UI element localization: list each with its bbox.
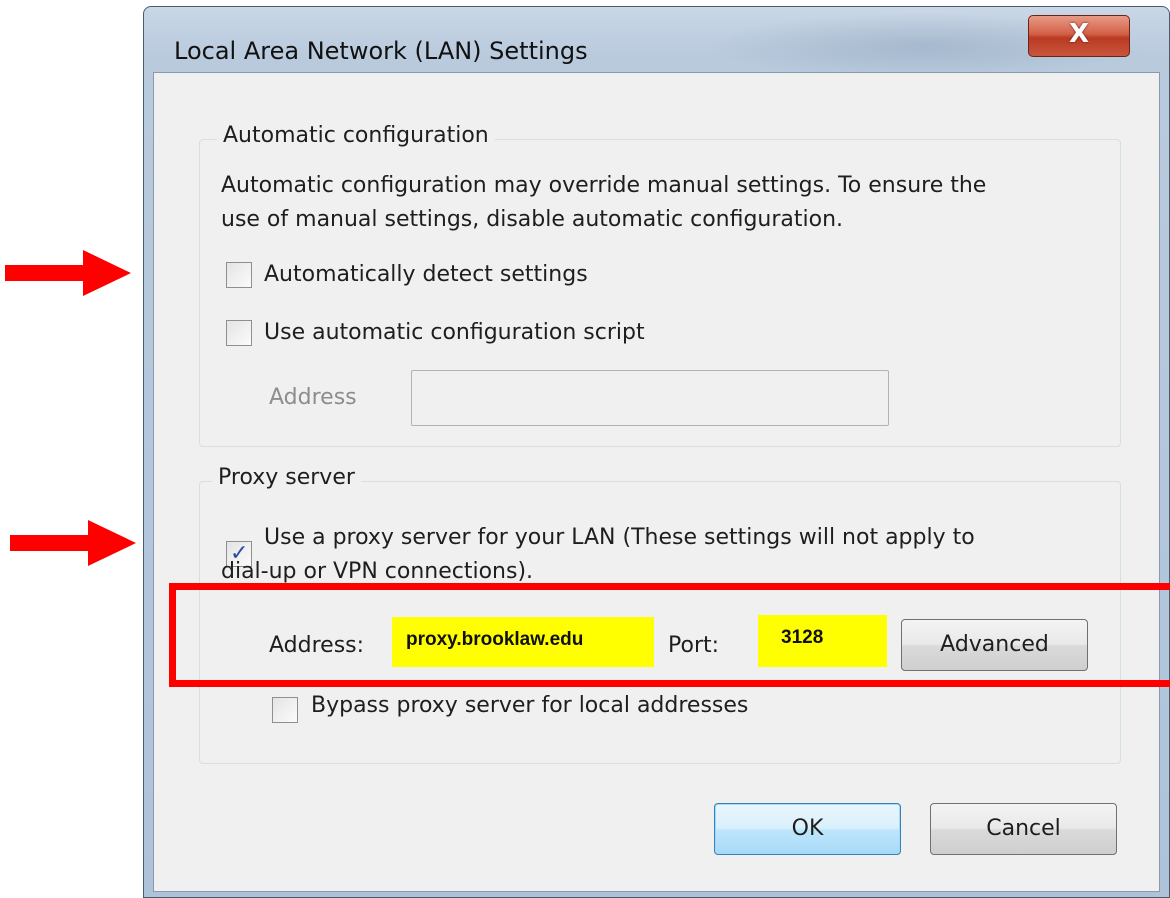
automatic-configuration-description-line1: Automatic configuration may override man… bbox=[221, 173, 987, 198]
script-address-input bbox=[411, 370, 889, 426]
detect-settings-checkbox[interactable] bbox=[226, 262, 252, 288]
bypass-local-label[interactable]: Bypass proxy server for local addresses bbox=[311, 693, 748, 718]
close-icon: X bbox=[1068, 19, 1090, 49]
close-button[interactable]: X bbox=[1028, 15, 1130, 57]
config-script-checkbox[interactable] bbox=[226, 320, 252, 346]
use-proxy-label-line2[interactable]: dial-up or VPN connections). bbox=[221, 559, 533, 584]
config-script-label[interactable]: Use automatic configuration script bbox=[264, 320, 645, 345]
use-proxy-label-line1[interactable]: Use a proxy server for your LAN (These s… bbox=[264, 525, 975, 550]
lan-settings-dialog: Local Area Network (LAN) Settings X Auto… bbox=[143, 6, 1170, 898]
automatic-configuration-legend: Automatic configuration bbox=[217, 123, 495, 148]
script-address-label: Address bbox=[269, 385, 357, 410]
automatic-configuration-description-line2: use of manual settings, disable automati… bbox=[221, 207, 844, 232]
ok-button[interactable]: OK bbox=[714, 803, 901, 855]
bypass-local-checkbox[interactable] bbox=[272, 697, 298, 723]
dialog-client-area: Automatic configuration Automatic config… bbox=[153, 72, 1160, 892]
red-arrow-icon bbox=[10, 520, 136, 566]
proxy-server-legend: Proxy server bbox=[212, 465, 361, 490]
dialog-title: Local Area Network (LAN) Settings bbox=[174, 37, 588, 65]
red-arrow-icon bbox=[5, 250, 131, 296]
cancel-button[interactable]: Cancel bbox=[930, 803, 1117, 855]
detect-settings-label[interactable]: Automatically detect settings bbox=[264, 262, 588, 287]
proxy-address-annotation-box bbox=[169, 583, 1170, 687]
